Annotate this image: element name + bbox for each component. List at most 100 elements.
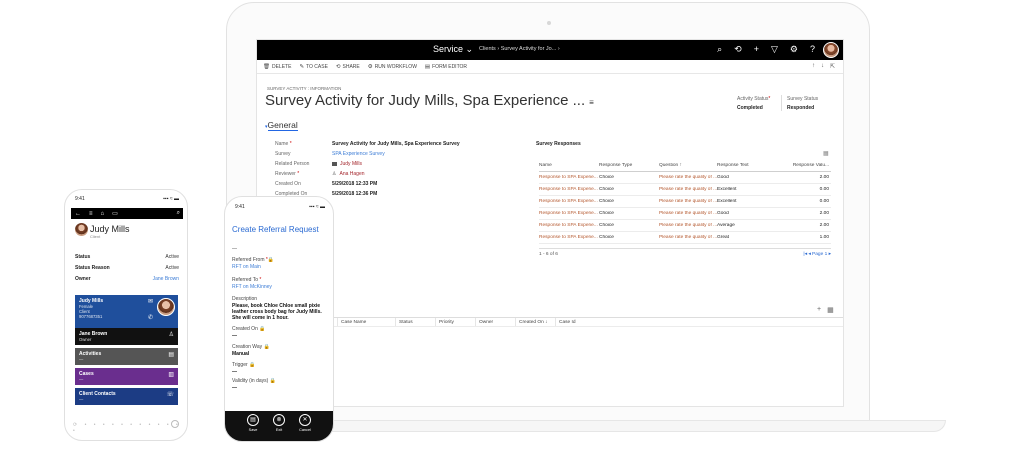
reviewer-link[interactable]: Ana Hagen xyxy=(339,171,364,177)
breadcrumb[interactable]: Clients › Survey Activity for Jo... › xyxy=(479,46,560,52)
app-switcher[interactable]: Service ⌄ xyxy=(433,44,473,55)
plus-icon[interactable]: + xyxy=(754,44,759,55)
field-value[interactable]: Survey Activity for Judy Mills, Spa Expe… xyxy=(332,141,460,147)
mail-icon[interactable]: ✉ xyxy=(148,298,153,305)
survey-status-label: Survey Status xyxy=(787,96,819,102)
workflow-icon: ⚙ xyxy=(367,64,373,70)
cell[interactable]: Response to SPA Experie... xyxy=(539,223,599,228)
client-contacts-card[interactable]: Client Contacts — ☏ xyxy=(75,388,178,405)
window-icon[interactable]: ▭ xyxy=(112,210,118,217)
column-header[interactable]: Name xyxy=(539,163,599,168)
required-marker: * xyxy=(288,141,292,147)
column-header[interactable]: Question ↑ xyxy=(659,163,717,168)
cancel-button[interactable]: ✕ Cancel xyxy=(296,414,314,441)
activities-card[interactable]: Activities — ▤ xyxy=(75,348,178,365)
table-row[interactable]: Response to SPA Experie... Choice Please r… xyxy=(539,208,831,220)
table-row[interactable]: Response to SPA Experie... Choice Please r… xyxy=(539,232,831,244)
survey-link[interactable]: SPA Experience Survey xyxy=(332,151,385,157)
cell[interactable]: Please rate the quality of ... xyxy=(659,175,717,180)
avatar xyxy=(157,298,175,316)
lock-icon: 🔒 xyxy=(257,326,266,332)
search-icon[interactable]: ⌕ xyxy=(177,210,180,217)
tab-general[interactable]: ▾General xyxy=(265,120,298,131)
empty-value: — xyxy=(232,246,237,252)
column-header[interactable]: Priority xyxy=(435,318,475,326)
cases-card[interactable]: Cases — ▥ xyxy=(75,368,178,385)
contact-card[interactable]: Judy Mills Female Client 9077687351 ✉ ✆ xyxy=(75,295,178,328)
cell[interactable]: Response to SPA Experie... xyxy=(539,175,599,180)
phone-icon[interactable]: ✆ xyxy=(148,314,153,321)
delete-button[interactable]: 🗑 DELETE xyxy=(263,64,291,70)
table-row[interactable]: Response to SPA Experie... Choice Please r… xyxy=(539,184,831,196)
cell[interactable]: Response to SPA Experie... xyxy=(539,235,599,240)
table-row[interactable]: Response to SPA Experie... Choice Please r… xyxy=(539,196,831,208)
exit-button[interactable]: ⊗ Exit xyxy=(270,414,288,441)
column-header[interactable]: Case Id xyxy=(555,318,595,326)
column-header[interactable]: Status xyxy=(395,318,435,326)
owner-link[interactable]: Jane Brown xyxy=(153,276,179,282)
description-value[interactable]: Please, book Chloe Chloe small pixie lea… xyxy=(232,303,330,321)
top-navigation-bar: Service ⌄ Clients › Survey Activity for … xyxy=(257,40,843,60)
form-editor-button[interactable]: ▤ FORM EDITOR xyxy=(425,64,467,70)
back-arrow-icon[interactable]: ← xyxy=(75,211,81,217)
search-icon[interactable]: ⌕ xyxy=(717,44,722,55)
referred-to-field: Referred To * RFT on McKinney xyxy=(232,277,330,290)
laptop-base xyxy=(226,420,946,432)
column-header[interactable]: Response Type xyxy=(599,163,659,168)
cell: Great xyxy=(717,235,729,240)
help-icon[interactable]: ? xyxy=(810,44,815,55)
menu-lines-icon[interactable]: ≡ xyxy=(589,98,594,107)
column-header[interactable]: Response Text xyxy=(717,163,779,168)
cell[interactable]: Please rate the quality of ... xyxy=(659,187,717,192)
owner-field: Owner Jane Brown xyxy=(75,276,179,282)
signal-battery-icon: ▪▪▪ ≈ ▬ xyxy=(309,204,325,210)
related-person-link[interactable]: Judy Mills xyxy=(340,161,362,167)
menu-icon[interactable]: ≡ xyxy=(89,211,93,217)
share-icon: ⟲ xyxy=(335,64,341,70)
cell[interactable]: Response to SPA Experie... xyxy=(539,211,599,216)
column-header[interactable]: Owner xyxy=(475,318,515,326)
cell[interactable]: Response to SPA Experie... xyxy=(539,199,599,204)
field-value[interactable]: 5/29/2018 12:33 PM xyxy=(332,181,377,187)
filter-icon[interactable]: ▽ xyxy=(771,44,778,55)
grid-view-icon[interactable]: ▦ xyxy=(823,150,829,157)
column-header[interactable]: Case Name xyxy=(337,318,395,326)
survey-responses-title: Survey Responses xyxy=(536,141,581,147)
to-case-label: TO CASE xyxy=(306,64,328,70)
field-value[interactable]: 5/29/2018 12:36 PM xyxy=(332,191,377,197)
arrow-down-icon[interactable]: ↓ xyxy=(821,63,824,70)
circle-button[interactable] xyxy=(171,420,179,428)
run-workflow-button[interactable]: ⚙ RUN WORKFLOW xyxy=(368,64,417,70)
home-icon[interactable]: ⌂ xyxy=(101,211,105,217)
contact-card-icon xyxy=(332,161,337,166)
activity-status-value: Completed xyxy=(737,105,763,111)
cell[interactable]: Please rate the quality of ... xyxy=(659,235,717,240)
grid-view-icon[interactable]: ▦ xyxy=(827,306,834,314)
column-header[interactable]: Created On ↓ xyxy=(515,318,555,326)
gear-icon[interactable]: ⚙ xyxy=(790,44,798,55)
share-button[interactable]: ⟲ SHARE xyxy=(336,64,360,70)
table-row[interactable]: Response to SPA Experie... Choice Please r… xyxy=(539,172,831,184)
pager[interactable]: |◂ ◂ Page 1 ▸ xyxy=(803,252,831,257)
history-icon[interactable]: ⟲ xyxy=(734,44,742,55)
cell[interactable]: Response to SPA Experie... xyxy=(539,187,599,192)
cell[interactable]: Please rate the quality of ... xyxy=(659,199,717,204)
save-button[interactable]: ▤ Save xyxy=(244,414,262,441)
to-case-button[interactable]: ✎ TO CASE xyxy=(299,64,327,70)
cell[interactable]: Please rate the quality of ... xyxy=(659,211,717,216)
referred-to-link[interactable]: RFT on McKinney xyxy=(232,284,330,290)
owner-card[interactable]: Jane Brown Owner ♙ xyxy=(75,328,178,345)
table-row[interactable]: Response to SPA Experie... Choice Please r… xyxy=(539,220,831,232)
popout-icon[interactable]: ⇱ xyxy=(830,63,835,70)
user-avatar[interactable] xyxy=(823,42,839,58)
plus-icon[interactable]: + xyxy=(817,306,821,314)
avatar xyxy=(75,223,88,236)
cell: Choice xyxy=(599,235,614,240)
referred-from-link[interactable]: RFT on Main xyxy=(232,264,330,270)
person-icon: ♙ xyxy=(168,332,174,338)
cell[interactable]: Please rate the quality of ... xyxy=(659,223,717,228)
arrow-up-icon[interactable]: ↑ xyxy=(812,63,815,70)
card-line: Owner xyxy=(79,337,92,342)
pencil-icon: ✎ xyxy=(299,64,305,70)
column-header[interactable]: Response Valu... xyxy=(779,163,831,168)
